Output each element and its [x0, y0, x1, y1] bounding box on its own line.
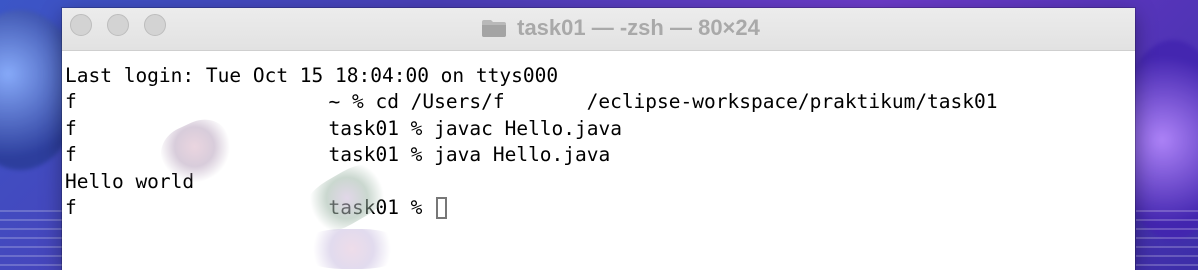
terminal-line: Hello world	[65, 169, 1135, 195]
redacted-block	[504, 89, 587, 116]
terminal-line: f task01 % java Hello.java	[65, 142, 1135, 169]
close-button[interactable]	[70, 14, 92, 36]
redacted-block	[76, 194, 317, 221]
terminal-line: f ~ % cd /Users/f/eclipse-workspace/prak…	[65, 89, 1135, 116]
wallpaper-stripes	[0, 210, 62, 270]
zoom-button[interactable]	[144, 14, 166, 36]
traffic-lights	[70, 14, 166, 36]
prompt-user: f	[65, 90, 77, 114]
prompt-user: f	[65, 116, 77, 140]
wallpaper-stripes	[1136, 210, 1198, 270]
command-text: task01 % javac Hello.java	[316, 116, 622, 140]
terminal-line: f task01 % javac Hello.java	[65, 115, 1135, 142]
redacted-block	[76, 142, 317, 169]
prompt-user: f	[65, 143, 77, 167]
title-bar[interactable]: task01 — -zsh — 80×24	[62, 8, 1135, 51]
terminal-line[interactable]: f task01 %	[65, 194, 1135, 221]
command-path: /eclipse-workspace/praktikum/task01	[586, 90, 998, 114]
terminal-line: Last login: Tue Oct 15 18:04:00 on ttys0…	[65, 63, 1135, 89]
program-output: Hello world	[65, 169, 195, 193]
redacted-block	[76, 115, 317, 142]
window-title-group: task01 — -zsh — 80×24	[481, 15, 760, 41]
text-cursor[interactable]	[436, 196, 448, 219]
terminal-output[interactable]: Last login: Tue Oct 15 18:04:00 on ttys0…	[62, 51, 1135, 269]
command-text: ~ % cd /Users/f	[316, 90, 505, 114]
prompt-user: f	[65, 195, 77, 219]
login-message: Last login: Tue Oct 15 18:04:00 on ttys0…	[65, 64, 559, 87]
command-text: task01 % java Hello.java	[316, 143, 611, 167]
folder-icon	[481, 18, 507, 38]
prompt-text: task01 %	[316, 195, 435, 219]
terminal-window[interactable]: task01 — -zsh — 80×24 Last login: Tue Oc…	[62, 8, 1135, 270]
minimize-button[interactable]	[107, 14, 129, 36]
redaction-artifact	[302, 229, 402, 269]
redacted-block	[76, 89, 317, 116]
window-title: task01 — -zsh — 80×24	[517, 14, 760, 40]
